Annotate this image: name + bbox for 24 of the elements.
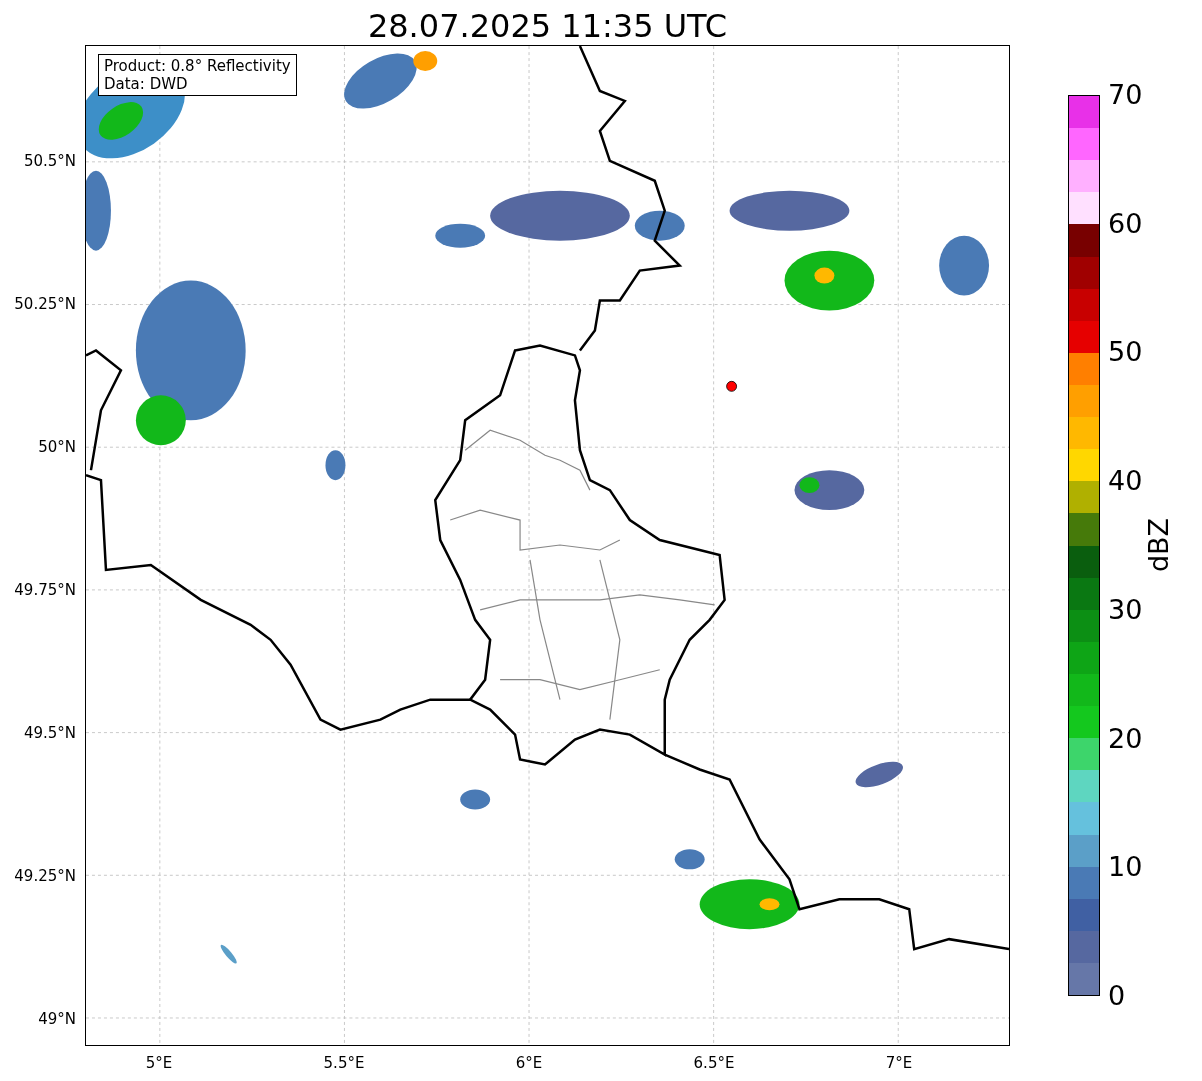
longitude-label: 6°E [515, 1054, 543, 1072]
longitude-label: 7°E [885, 1054, 913, 1072]
longitude-label: 5.5°E [323, 1054, 365, 1072]
scale-label: 20 [1108, 723, 1143, 754]
latitude-label: 49°N [38, 1010, 76, 1028]
latitude-label: 50.25°N [14, 295, 76, 313]
latitude-label: 49.5°N [23, 724, 76, 742]
legend-text: Data: DWD [104, 75, 189, 93]
scale-label: 10 [1108, 852, 1143, 883]
scale-unit-label: dBZ [1142, 517, 1174, 573]
latitude-label: 49.75°N [14, 581, 76, 599]
chart-title: 28.07.2025 11:35 UTC [366, 6, 729, 45]
scale-label: 70 [1108, 80, 1143, 110]
latitude-label: 49.25°N [14, 867, 76, 885]
longitude-label: 6.5°E [693, 1054, 735, 1072]
latitude-label: 50°N [38, 438, 76, 456]
latitude-label: 50.5°N [23, 152, 76, 170]
scale-label: 60 [1108, 208, 1143, 239]
longitude-label: 5°E [145, 1054, 173, 1072]
scale-label: 30 [1108, 594, 1143, 625]
scale-label: 40 [1108, 466, 1143, 497]
scale-label: 0 [1108, 981, 1126, 1011]
legend-text: Product: 0.8° Reflectivity [104, 57, 291, 75]
scale-label: 50 [1108, 337, 1143, 368]
